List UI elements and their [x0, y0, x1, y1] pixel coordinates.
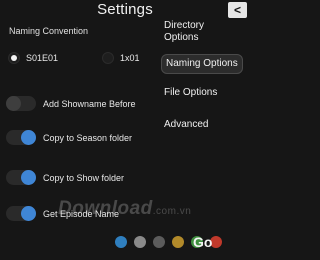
- toggle-row-season-folder: Copy to Season folder: [6, 130, 132, 145]
- add-showname-label: Add Showname Before: [43, 98, 136, 109]
- radio-1x01-label: 1x01: [120, 53, 140, 63]
- toggle-row-show-folder: Copy to Show folder: [6, 170, 124, 185]
- back-arrow-icon: <: [233, 3, 241, 17]
- watermark-suffix: .com.vn: [152, 206, 192, 217]
- back-button[interactable]: <: [228, 2, 247, 18]
- color-swatch-dark-gray[interactable]: [153, 236, 165, 248]
- color-swatch-gold[interactable]: [172, 236, 184, 248]
- radio-1x01[interactable]: [102, 52, 114, 64]
- go-button[interactable]: Go: [193, 234, 212, 250]
- copy-to-show-folder-toggle[interactable]: [6, 170, 36, 185]
- toggle-knob: [6, 96, 21, 111]
- radio-s01e01[interactable]: [8, 52, 20, 64]
- radio-option-1x01[interactable]: 1x01: [102, 52, 140, 64]
- watermark-text: Download: [58, 198, 153, 219]
- naming-convention-label: Naming Convention: [9, 26, 89, 36]
- color-swatch-blue[interactable]: [115, 236, 127, 248]
- copy-to-season-folder-label: Copy to Season folder: [43, 132, 133, 143]
- sidebar-item-file-options[interactable]: File Options: [160, 85, 250, 101]
- radio-option-s01e01[interactable]: S01E01: [8, 52, 58, 64]
- watermark: Download.com.vn: [58, 198, 191, 220]
- copy-to-season-folder-toggle[interactable]: [6, 130, 36, 145]
- sidebar-item-advanced[interactable]: Advanced: [160, 117, 250, 133]
- toggle-knob: [21, 206, 36, 221]
- get-episode-name-toggle[interactable]: [6, 206, 36, 221]
- add-showname-toggle[interactable]: [6, 96, 36, 111]
- toggle-knob: [21, 130, 36, 145]
- settings-sidebar: Directory Options Naming Options File Op…: [160, 18, 250, 133]
- radio-s01e01-label: S01E01: [26, 53, 59, 63]
- copy-to-show-folder-label: Copy to Show folder: [43, 172, 125, 183]
- color-swatch-gray[interactable]: [134, 236, 146, 248]
- settings-title: Settings: [97, 1, 153, 18]
- sidebar-item-directory-options[interactable]: Directory Options: [160, 18, 240, 46]
- toggle-row-add-showname: Add Showname Before: [6, 96, 136, 111]
- radio-selected-dot: [11, 55, 17, 61]
- sidebar-item-naming-options[interactable]: Naming Options: [161, 54, 243, 74]
- toggle-knob: [21, 170, 36, 185]
